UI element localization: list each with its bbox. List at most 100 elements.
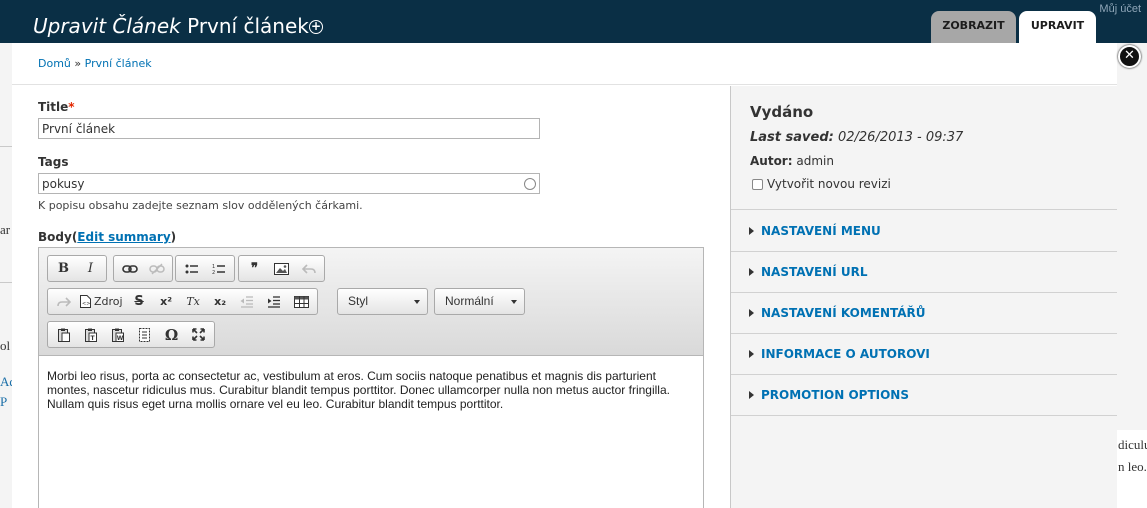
italic-button[interactable]: I <box>77 258 104 279</box>
blockquote-icon[interactable]: ❞ <box>241 258 268 279</box>
redo-icon[interactable] <box>50 291 77 312</box>
new-revision-option[interactable]: Vytvořit novou revizi <box>752 177 891 191</box>
maximize-icon[interactable] <box>185 324 212 345</box>
title-label: Title* <box>38 100 75 114</box>
formatting-group: <> Zdroj S x² Tx x₂ <box>47 288 318 315</box>
publish-status: Vydáno <box>750 103 814 121</box>
body-label: Body(Edit summary) <box>38 230 176 244</box>
last-saved-label: Last saved: <box>750 130 834 145</box>
paren-close: ) <box>170 230 177 244</box>
tags-description: K popisu obsahu zadejte seznam slov oddě… <box>38 199 363 212</box>
author-label: Autor: <box>750 154 793 168</box>
link-icon[interactable] <box>116 258 143 279</box>
style-select[interactable]: Styl <box>337 288 428 315</box>
triangle-right-icon <box>749 268 754 276</box>
breadcrumb: Domů » První článek <box>38 57 152 70</box>
page-title-name: První článek <box>187 14 309 38</box>
background-divider <box>0 282 12 283</box>
editor-content-area[interactable]: Morbi leo risus, porta ac consectetur ac… <box>39 356 703 508</box>
clipboard-group: T W Ω <box>47 321 215 348</box>
section-promotion-options[interactable]: Promotion options <box>731 375 1117 416</box>
tab-view[interactable]: Zobrazit <box>931 11 1016 43</box>
lists-group: 12 <box>175 255 235 282</box>
breadcrumb-bar: Domů » První článek <box>12 43 1117 85</box>
tags-label: Tags <box>38 155 69 169</box>
section-label[interactable]: Nastavení menu <box>761 224 881 238</box>
tags-input[interactable] <box>38 173 540 194</box>
svg-text:<>: <> <box>82 301 90 307</box>
new-revision-checkbox[interactable] <box>752 178 763 190</box>
format-select-value: Normální <box>445 294 494 308</box>
body-label-text: Body <box>38 230 72 244</box>
tab-edit[interactable]: Upravit <box>1019 11 1096 43</box>
page-title-type: Upravit Článek <box>33 14 181 38</box>
background-fragment: n leo. <box>1118 459 1147 474</box>
rich-text-editor: B I 12 ❞ <> Zdroj S x² Tx x₂ Styl Normál… <box>38 247 704 508</box>
unlink-icon[interactable] <box>143 258 170 279</box>
paste-word-icon[interactable]: W <box>104 324 131 345</box>
section-author-info[interactable]: Informace o autorovi <box>731 334 1117 375</box>
svg-text:W: W <box>116 335 123 342</box>
title-input[interactable] <box>38 118 540 139</box>
svg-text:2: 2 <box>212 270 215 275</box>
plus-circle-icon[interactable]: + <box>309 20 323 34</box>
required-marker: * <box>68 100 75 114</box>
close-icon[interactable]: ✕ <box>1118 45 1141 68</box>
undo-icon[interactable] <box>295 258 322 279</box>
subscript-button[interactable]: x₂ <box>207 291 234 312</box>
account-link[interactable]: Můj účet <box>1099 3 1141 15</box>
source-button-label: Zdroj <box>94 295 123 308</box>
section-url-settings[interactable]: Nastavení URL <box>731 252 1117 293</box>
editor-toolbar: B I 12 ❞ <> Zdroj S x² Tx x₂ Styl Normál… <box>39 248 703 356</box>
new-revision-label[interactable]: Vytvořit novou revizi <box>767 177 891 191</box>
bulleted-list-icon[interactable] <box>178 258 205 279</box>
outdent-icon[interactable] <box>234 291 261 312</box>
section-label[interactable]: Nastavení komentářů <box>761 306 926 320</box>
section-menu-settings[interactable]: Nastavení menu <box>731 211 1117 252</box>
background-divider <box>0 146 12 147</box>
superscript-button[interactable]: x² <box>153 291 180 312</box>
paste-text-icon[interactable]: T <box>77 324 104 345</box>
main-column: Title* Tags K popisu obsahu zadejte sezn… <box>12 86 731 508</box>
author-value: admin <box>796 154 834 168</box>
chevron-down-icon <box>414 300 420 304</box>
format-select[interactable]: Normální <box>434 288 525 315</box>
bold-button[interactable]: B <box>50 258 77 279</box>
section-label[interactable]: Nastavení URL <box>761 265 868 279</box>
autocomplete-throbber-icon <box>524 178 536 190</box>
show-blocks-icon[interactable] <box>131 324 158 345</box>
remove-format-button[interactable]: Tx <box>180 291 207 312</box>
section-label[interactable]: Informace o autorovi <box>761 347 930 361</box>
triangle-right-icon <box>749 350 754 358</box>
last-saved: Last saved: 02/26/2013 - 09:37 <box>750 130 963 145</box>
background-fragment: diculu <box>1118 437 1147 452</box>
breadcrumb-home[interactable]: Domů <box>38 57 71 70</box>
page-title: Upravit Článek První článek <box>33 14 309 38</box>
title-label-text: Title <box>38 100 69 114</box>
breadcrumb-article[interactable]: První článek <box>85 57 152 70</box>
triangle-right-icon <box>749 309 754 317</box>
last-saved-value: 02/26/2013 - 09:37 <box>837 130 964 145</box>
edit-summary-link[interactable]: Edit summary <box>77 230 170 244</box>
background-fragment: ar <box>0 222 11 237</box>
section-comment-settings[interactable]: Nastavení komentářů <box>731 293 1117 334</box>
overlay-content: Domů » První článek Title* Tags K popisu… <box>12 43 1117 508</box>
paste-icon[interactable] <box>50 324 77 345</box>
section-label[interactable]: Promotion options <box>761 388 909 402</box>
chevron-down-icon <box>511 300 517 304</box>
blocks-group: ❞ <box>238 255 325 282</box>
background-link-fragment: P <box>0 394 8 409</box>
links-group <box>113 255 173 282</box>
style-select-value: Styl <box>348 294 369 308</box>
breadcrumb-separator: » <box>74 57 82 70</box>
image-icon[interactable] <box>268 258 295 279</box>
indent-icon[interactable] <box>261 291 288 312</box>
table-icon[interactable] <box>288 291 315 312</box>
triangle-right-icon <box>749 227 754 235</box>
source-button[interactable]: <> Zdroj <box>77 291 126 312</box>
special-character-button[interactable]: Ω <box>158 324 185 345</box>
strikethrough-button[interactable]: S <box>126 291 153 312</box>
author-info: Autor: admin <box>750 154 834 168</box>
meta-sidebar: Vydáno Last saved: 02/26/2013 - 09:37 Au… <box>730 86 1117 508</box>
numbered-list-icon[interactable]: 12 <box>205 258 232 279</box>
